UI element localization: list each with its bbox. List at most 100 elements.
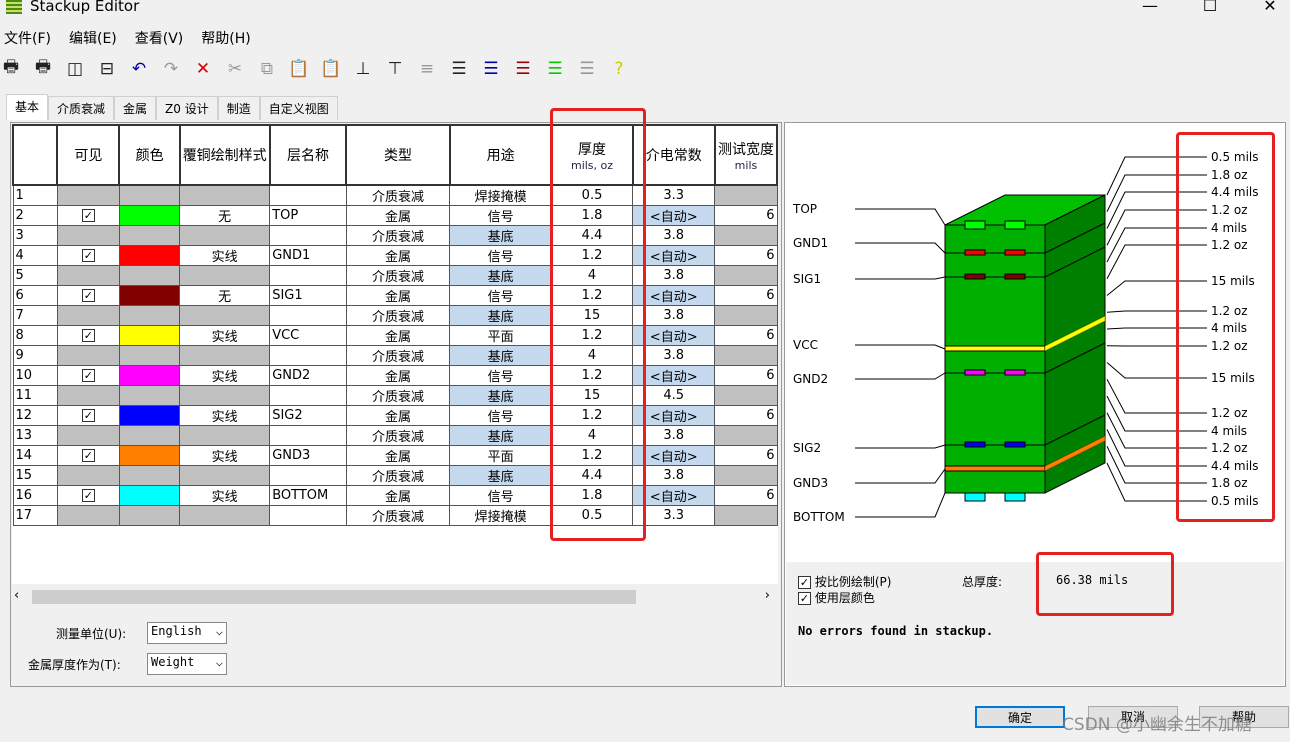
row-number[interactable]: 1 xyxy=(12,184,58,206)
visible-checkbox[interactable]: ✓ xyxy=(81,449,95,462)
column-header[interactable]: 覆铜绘制样式 xyxy=(178,124,271,186)
layer-name-cell[interactable]: TOP xyxy=(269,205,347,226)
color-cell[interactable] xyxy=(118,385,181,406)
layers-blue-icon[interactable]: ☰ xyxy=(480,59,502,79)
close-button[interactable]: ✕ xyxy=(1250,0,1290,15)
type-cell[interactable]: 介质衰减 xyxy=(345,425,451,446)
width-cell[interactable] xyxy=(714,305,778,326)
color-cell[interactable] xyxy=(118,184,181,206)
table-row[interactable]: 1 介质衰减 焊接掩模 0.5 3.3 xyxy=(12,184,778,206)
row-number[interactable]: 3 xyxy=(12,225,58,246)
table-row[interactable]: 17 介质衰减 焊接掩模 0.5 3.3 xyxy=(12,505,778,526)
layer-name-cell[interactable] xyxy=(269,225,347,246)
width-cell[interactable]: 6 xyxy=(714,485,778,506)
table-row[interactable]: 10 ✓ 实线 GND2 金属 信号 1.2 <自动> 6 xyxy=(12,365,778,386)
column-header[interactable]: 可见 xyxy=(56,124,121,186)
usage-cell[interactable]: 基底 xyxy=(449,305,553,326)
print-preview-icon[interactable]: 🖶 xyxy=(0,54,22,83)
row-number[interactable]: 16 xyxy=(12,485,58,506)
visible-cell[interactable] xyxy=(56,385,120,406)
table-row[interactable]: 7 介质衰减 基底 15 3.8 xyxy=(12,305,778,326)
visible-cell[interactable] xyxy=(56,345,120,366)
width-cell[interactable] xyxy=(714,505,778,526)
usage-cell[interactable]: 基底 xyxy=(449,385,553,406)
layer-name-cell[interactable]: GND2 xyxy=(269,365,347,386)
column-header[interactable]: 测试宽度 mils xyxy=(713,124,778,186)
tab-3[interactable]: Z0 设计 xyxy=(156,96,218,120)
width-cell[interactable] xyxy=(714,184,778,206)
column-header[interactable]: 类型 xyxy=(345,124,451,186)
usage-cell[interactable]: 信号 xyxy=(449,245,553,266)
row-number[interactable]: 13 xyxy=(12,425,58,446)
type-cell[interactable]: 介质衰减 xyxy=(345,345,451,366)
visible-cell[interactable] xyxy=(56,465,120,486)
column-header[interactable]: 用途 xyxy=(448,124,553,186)
fill-style-cell[interactable] xyxy=(179,184,271,206)
width-cell[interactable] xyxy=(714,345,778,366)
visible-checkbox[interactable]: ✓ xyxy=(81,289,95,302)
metal-thickness-select[interactable]: Weight ⌵ xyxy=(147,653,227,675)
minimize-button[interactable]: — xyxy=(1130,0,1170,15)
table-row[interactable]: 2 ✓ 无 TOP 金属 信号 1.8 <自动> 6 xyxy=(12,205,778,226)
row-number[interactable]: 12 xyxy=(12,405,58,426)
fill-style-cell[interactable] xyxy=(179,225,271,246)
usage-cell[interactable]: 信号 xyxy=(449,205,553,226)
fill-style-cell[interactable]: 实线 xyxy=(179,325,271,346)
layer-name-cell[interactable] xyxy=(269,505,347,526)
layers-gray-icon[interactable]: ☰ xyxy=(576,59,598,79)
visible-cell[interactable] xyxy=(56,184,120,206)
width-cell[interactable] xyxy=(714,385,778,406)
tab-5[interactable]: 自定义视图 xyxy=(259,96,338,120)
color-cell[interactable] xyxy=(118,465,181,486)
color-cell[interactable] xyxy=(118,345,181,366)
fill-style-cell[interactable] xyxy=(179,305,271,326)
table-row[interactable]: 4 ✓ 实线 GND1 金属 信号 1.2 <自动> 6 xyxy=(12,245,778,266)
fill-style-cell[interactable] xyxy=(179,385,271,406)
usage-cell[interactable]: 信号 xyxy=(449,405,553,426)
type-cell[interactable]: 介质衰减 xyxy=(345,225,451,246)
fill-style-cell[interactable]: 无 xyxy=(179,285,271,306)
width-cell[interactable] xyxy=(714,425,778,446)
layer-name-cell[interactable]: GND3 xyxy=(269,445,347,466)
layer-name-cell[interactable]: GND1 xyxy=(269,245,347,266)
table-row[interactable]: 13 介质衰减 基底 4 3.8 xyxy=(12,425,778,446)
menu-view[interactable]: 查看(V) xyxy=(135,28,184,48)
layer-name-cell[interactable]: SIG1 xyxy=(269,285,347,306)
visible-cell[interactable] xyxy=(56,425,120,446)
row-number[interactable]: 15 xyxy=(12,465,58,486)
split-horizontal-icon[interactable]: ⊟ xyxy=(96,59,118,79)
visible-checkbox[interactable]: ✓ xyxy=(81,369,95,382)
scroll-right-icon[interactable]: › xyxy=(765,588,770,603)
tab-2[interactable]: 金属 xyxy=(114,96,157,120)
menu-file[interactable]: 文件(F) xyxy=(4,28,51,48)
scroll-thumb[interactable] xyxy=(32,590,636,604)
layer-name-cell[interactable] xyxy=(269,465,347,486)
table-row[interactable]: 15 介质衰减 基底 4.4 3.8 xyxy=(12,465,778,486)
copy-icon[interactable]: ⧉ xyxy=(256,59,278,79)
type-cell[interactable]: 金属 xyxy=(345,405,451,426)
layers-red-icon[interactable]: ☰ xyxy=(512,59,534,79)
row-number[interactable]: 6 xyxy=(12,285,58,306)
row-number[interactable]: 10 xyxy=(12,365,58,386)
delete-icon[interactable]: ✕ xyxy=(192,59,214,79)
usage-cell[interactable]: 信号 xyxy=(449,365,553,386)
color-cell[interactable] xyxy=(118,205,181,226)
horizontal-scrollbar[interactable]: ‹ › xyxy=(12,588,776,606)
table-row[interactable]: 12 ✓ 实线 SIG2 金属 信号 1.2 <自动> 6 xyxy=(12,405,778,426)
cut-icon[interactable]: ✂ xyxy=(224,59,246,79)
scroll-left-icon[interactable]: ‹ xyxy=(14,588,19,603)
print-icon[interactable]: 🖶 xyxy=(32,54,54,83)
width-cell[interactable]: 6 xyxy=(714,405,778,426)
visible-cell[interactable]: ✓ xyxy=(56,325,120,346)
fill-style-cell[interactable]: 无 xyxy=(179,205,271,226)
fill-style-cell[interactable] xyxy=(179,465,271,486)
layer-name-cell[interactable]: BOTTOM xyxy=(269,485,347,506)
width-cell[interactable]: 6 xyxy=(714,245,778,266)
color-cell[interactable] xyxy=(118,265,181,286)
width-cell[interactable]: 6 xyxy=(714,325,778,346)
visible-cell[interactable] xyxy=(56,225,120,246)
width-cell[interactable] xyxy=(714,225,778,246)
ok-button[interactable]: 确定 xyxy=(975,706,1065,728)
usage-cell[interactable]: 焊接掩模 xyxy=(449,505,553,526)
table-row[interactable]: 3 介质衰减 基底 4.4 3.8 xyxy=(12,225,778,246)
